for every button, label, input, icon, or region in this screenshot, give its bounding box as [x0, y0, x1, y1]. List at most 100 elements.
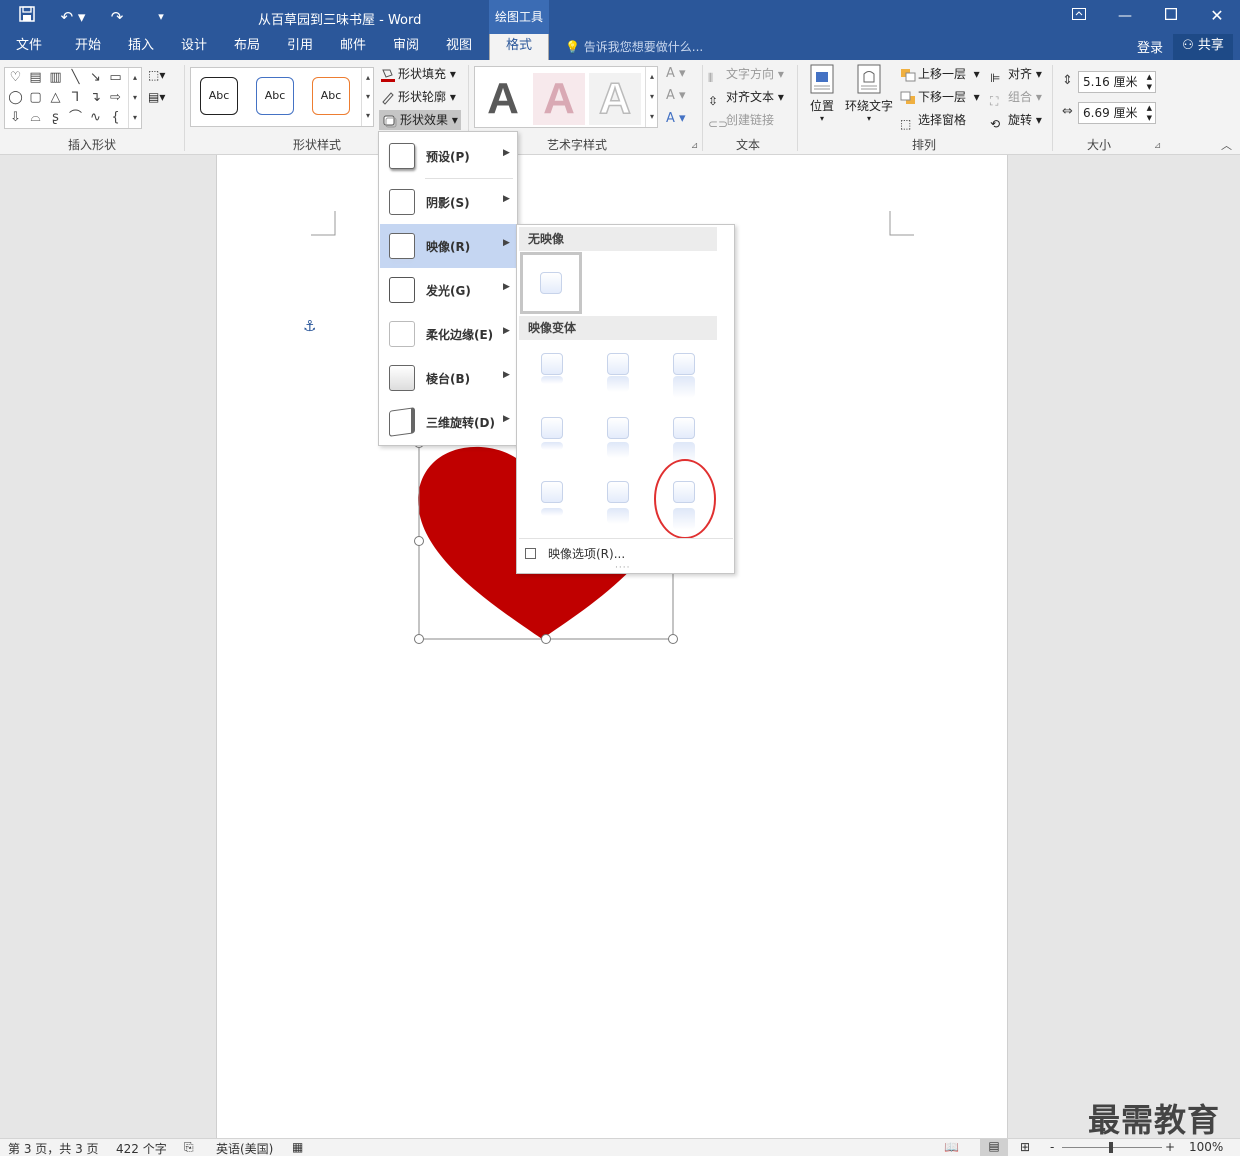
tab-view[interactable]: 视图: [434, 34, 484, 60]
wordart-style-pink[interactable]: A: [533, 73, 585, 125]
curve-shape-icon[interactable]: ∿: [87, 109, 104, 126]
text-outline-icon[interactable]: A ▾: [666, 86, 686, 106]
ribbon-display-icon[interactable]: [1056, 0, 1102, 32]
align-text-button[interactable]: ⇳ 对齐文本 ▾: [708, 87, 784, 108]
collapse-ribbon-icon[interactable]: ︿: [1218, 137, 1235, 154]
web-layout-icon[interactable]: ⊞: [1020, 1140, 1030, 1154]
scribble-shape-icon[interactable]: ʂ: [47, 109, 64, 126]
proofing-icon[interactable]: ⎘: [184, 1140, 194, 1155]
shape-styles-gallery[interactable]: Abc Abc Abc ▴ ▾ ▾: [190, 67, 374, 127]
selection-pane-button[interactable]: ⬚ 选择窗格: [900, 110, 966, 131]
menu-item-preset[interactable]: 预设(P) ▶: [380, 134, 516, 178]
height-input[interactable]: 5.16 厘米 ▲ ▼: [1078, 71, 1156, 93]
textbox-shape-icon[interactable]: ▤: [27, 69, 44, 86]
shapes-gallery[interactable]: ♡ ▤ ▥ ╲ ↘ ▭ ◯ ▢ △ ⅂ ↴ ⇨ ⇩ ⌓ ʂ ⌒ ∿ { ▴ ▾ ▾: [4, 67, 142, 129]
reflection-variant-5[interactable]: [587, 405, 649, 467]
size-dialog-launcher-icon[interactable]: ⊿: [1149, 138, 1166, 155]
menu-item-bevel[interactable]: 棱台(B) ▶: [380, 356, 516, 400]
rounded-rect-icon[interactable]: ▢: [27, 89, 44, 106]
word-count[interactable]: 422 个字: [116, 1140, 167, 1156]
tab-file[interactable]: 文件: [4, 34, 54, 60]
zoom-slider-thumb[interactable]: [1109, 1142, 1113, 1153]
line-shape-icon[interactable]: ╲: [67, 69, 84, 86]
shape-style-blue[interactable]: Abc: [256, 77, 294, 115]
share-button[interactable]: ⚇ 共享: [1173, 34, 1233, 60]
tell-me-search[interactable]: 💡 告诉我您想要做什么...: [565, 38, 703, 55]
freeform-shape-icon[interactable]: ⌓: [27, 109, 44, 126]
width-input[interactable]: 6.69 厘米 ▲ ▼: [1078, 102, 1156, 124]
triangle-shape-icon[interactable]: △: [47, 89, 64, 106]
create-link-button[interactable]: ⊂⊃创建链接: [708, 110, 774, 131]
oval-shape-icon[interactable]: ◯: [7, 89, 24, 106]
down-arrow-shape-icon[interactable]: ⇩: [7, 109, 24, 126]
height-spinner[interactable]: ▲ ▼: [1147, 72, 1152, 92]
macro-icon[interactable]: ▦: [292, 1140, 303, 1154]
wordart-gallery[interactable]: A A A ▴ ▾ ▾: [474, 66, 658, 128]
login-link[interactable]: 登录: [1137, 37, 1163, 56]
wordart-style-gray[interactable]: A: [477, 73, 529, 125]
heart-shape-icon[interactable]: ♡: [7, 69, 24, 86]
styles-scroll[interactable]: ▴ ▾ ▾: [361, 68, 374, 126]
text-effects-icon[interactable]: A ▾: [666, 109, 686, 129]
close-icon[interactable]: ✕: [1194, 0, 1240, 32]
edit-shape-icon[interactable]: ⬚▾: [148, 65, 165, 85]
bring-forward-button[interactable]: 上移一层 ▾: [900, 64, 980, 84]
resize-grip-icon[interactable]: ····: [615, 563, 630, 573]
text-direction-button[interactable]: ⫴ 文字方向 ▾: [708, 64, 784, 85]
brace-shape-icon[interactable]: {: [107, 109, 124, 126]
read-mode-icon[interactable]: 📖: [944, 1140, 959, 1154]
align-button[interactable]: ⊫ 对齐 ▾: [990, 64, 1042, 85]
reflection-variant-7[interactable]: [521, 469, 583, 531]
vertical-textbox-icon[interactable]: ▥: [47, 69, 64, 86]
reflection-variant-1[interactable]: [521, 341, 583, 403]
menu-item-glow[interactable]: 发光(G) ▶: [380, 268, 516, 312]
maximize-icon[interactable]: [1148, 0, 1194, 32]
rotate-button[interactable]: ⟲ 旋转 ▾: [990, 110, 1042, 131]
tab-insert[interactable]: 插入: [116, 34, 166, 60]
language[interactable]: 英语(美国): [216, 1140, 273, 1156]
save-icon[interactable]: [16, 6, 38, 28]
shape-style-black[interactable]: Abc: [200, 77, 238, 115]
width-spinner[interactable]: ▲ ▼: [1147, 103, 1152, 123]
elbow-arrow-icon[interactable]: ↴: [87, 89, 104, 106]
undo-icon[interactable]: ↶ ▾: [58, 6, 88, 28]
menu-item-soft-edges[interactable]: 柔化边缘(E) ▶: [380, 312, 516, 356]
print-layout-icon[interactable]: ▤: [980, 1139, 1008, 1156]
right-arrow-shape-icon[interactable]: ⇨: [107, 89, 124, 106]
minimize-icon[interactable]: —: [1102, 0, 1148, 32]
customize-icon[interactable]: ▾: [150, 6, 172, 28]
gallery-scroll[interactable]: ▴ ▾ ▾: [128, 68, 141, 128]
position-button[interactable]: 位置 ▾: [804, 64, 840, 123]
menu-item-3d-rotation[interactable]: 三维旋转(D) ▶: [380, 400, 516, 444]
tab-references[interactable]: 引用: [275, 34, 325, 60]
shape-fill-button[interactable]: 形状填充 ▾: [380, 64, 456, 84]
send-backward-button[interactable]: 下移一层 ▾: [900, 87, 980, 107]
arrow-line-icon[interactable]: ↘: [87, 69, 104, 86]
zoom-in-button[interactable]: +: [1165, 1140, 1175, 1154]
wordart-scroll[interactable]: ▴ ▾ ▾: [645, 67, 658, 127]
tab-home[interactable]: 开始: [62, 34, 114, 60]
draw-textbox-icon[interactable]: ▤▾: [148, 87, 165, 107]
redo-icon[interactable]: ↷: [106, 6, 128, 28]
reflection-options-item[interactable]: 映像选项(R)...: [525, 545, 725, 565]
shape-style-orange[interactable]: Abc: [312, 77, 350, 115]
reflection-variant-4[interactable]: [521, 405, 583, 467]
tab-design[interactable]: 设计: [169, 34, 219, 60]
shape-outline-button[interactable]: 形状轮廓 ▾: [380, 87, 456, 107]
rectangle-shape-icon[interactable]: ▭: [107, 69, 124, 86]
wrap-text-button[interactable]: 环绕文字 ▾: [843, 64, 895, 123]
wordart-dialog-launcher-icon[interactable]: ⊿: [686, 138, 703, 155]
shape-effects-button[interactable]: 形状效果 ▾: [379, 110, 461, 130]
menu-item-shadow[interactable]: 阴影(S) ▶: [380, 180, 516, 224]
reflection-variant-3[interactable]: [653, 341, 715, 403]
reflection-none[interactable]: [520, 252, 582, 314]
reflection-variant-2[interactable]: [587, 341, 649, 403]
page-count[interactable]: 第 3 页，共 3 页: [8, 1140, 99, 1156]
tab-layout[interactable]: 布局: [222, 34, 272, 60]
menu-item-reflection[interactable]: 映像(R) ▶: [380, 224, 516, 268]
reflection-variant-8[interactable]: [587, 469, 649, 531]
elbow-connector-icon[interactable]: ⅂: [67, 89, 84, 106]
zoom-level[interactable]: 100%: [1189, 1140, 1223, 1154]
arc-shape-icon[interactable]: ⌒: [67, 109, 84, 126]
wordart-style-outline[interactable]: A: [589, 73, 641, 125]
